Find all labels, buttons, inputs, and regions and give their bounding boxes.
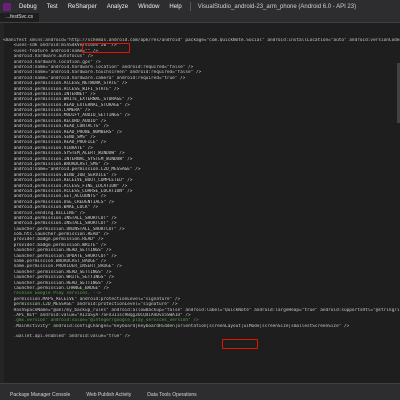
menu-help[interactable]: Help [164,4,186,10]
menu-analyze[interactable]: Analyze [102,4,133,10]
menu-bar: Debug Test ReSharper Analyze Window Help… [0,0,400,13]
tool-window-bar: Package Manager Console Web Publish Acti… [0,383,400,400]
menu-test[interactable]: Test [42,4,63,10]
data-tools-operations-tab[interactable]: Data Tools Operations [137,392,202,398]
code-line[interactable]: .MainActivity" android:configChanges="ke… [3,324,400,329]
code-line[interactable]: .wallet.api.enabled" android:value="true… [3,334,400,339]
menu-debug[interactable]: Debug [14,4,42,10]
menu-window[interactable]: Window [133,4,164,10]
package-manager-console-tab[interactable]: Package Manager Console [0,392,76,398]
tab-manifest[interactable]: ...festSvc.cs [0,13,39,22]
web-publish-activity-tab[interactable]: Web Publish Activity [76,392,137,398]
code-editor[interactable]: <manifest xmlns:android="http://schemas.… [0,23,400,383]
debug-target-title[interactable]: VisualStudio_android-23_arm_phone (Andro… [194,4,356,10]
visual-studio-logo-icon [0,0,14,13]
document-tab-bar: ...festSvc.cs [0,13,400,23]
app-label-highlight [222,339,258,349]
code-area[interactable]: <manifest xmlns:android="http://schemas.… [3,38,400,340]
menu-separator [189,2,191,11]
menu-resharper[interactable]: ReSharper [63,4,102,10]
